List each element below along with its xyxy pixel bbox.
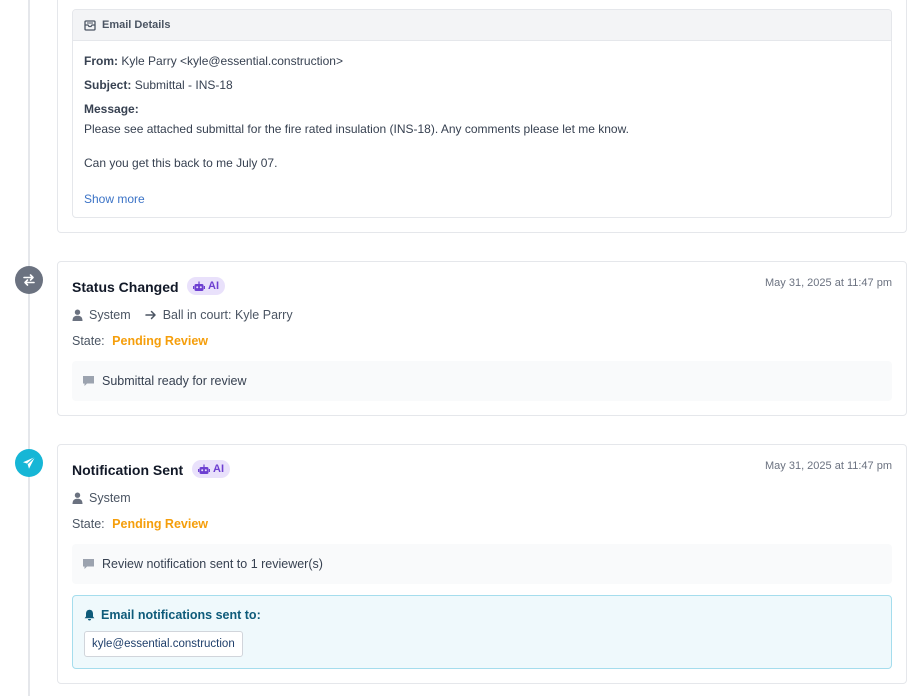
event-meta-row: System <box>72 491 131 505</box>
comment-icon <box>83 559 94 569</box>
ball-in-court: Ball in court: Kyle Parry <box>162 308 293 322</box>
email-message-label-row: Message: <box>84 102 139 116</box>
event-title-status-changed: Status Changed <box>72 279 179 295</box>
event-actor: System <box>89 308 131 322</box>
email-subject-label: Subject: <box>84 78 132 92</box>
email-notifications-title: Email notifications sent to: <box>84 608 261 622</box>
email-from-label: From: <box>84 54 118 68</box>
email-notifications-panel: Email notifications sent to: kyle@essent… <box>72 595 892 669</box>
arrow-right-icon <box>144 310 156 320</box>
state-value: Pending Review <box>112 334 209 348</box>
timeline-line <box>28 0 30 696</box>
email-message-label: Message: <box>84 102 139 116</box>
event-timestamp: May 31, 2025 at 11:47 pm <box>765 277 892 289</box>
email-message-line-2: Can you get this back to me July 07. <box>84 156 278 170</box>
robot-icon <box>193 281 205 291</box>
event-title-notification-sent: Notification Sent <box>72 462 184 478</box>
event-actor: System <box>89 491 131 505</box>
email-from-row: From: Kyle Parry <kyle@essential.constru… <box>84 54 343 68</box>
show-more-link[interactable]: Show more <box>84 192 145 206</box>
ai-badge-label: AI <box>208 280 219 292</box>
state-label: State: <box>72 334 105 348</box>
email-details-panel: Email Details From: Kyle Parry <kyle@ess… <box>72 9 892 218</box>
event-state-row: State: Pending Review <box>72 517 208 531</box>
event-comment: Review notification sent to 1 reviewer(s… <box>72 544 892 584</box>
event-state-row: State: Pending Review <box>72 334 208 348</box>
email-subject-value: Submittal - INS-18 <box>134 78 233 92</box>
comment-icon <box>83 376 94 386</box>
exchange-arrows-icon <box>23 274 35 286</box>
user-icon <box>72 492 83 504</box>
state-value: Pending Review <box>112 517 209 531</box>
user-icon <box>72 309 83 321</box>
event-timestamp: May 31, 2025 at 11:47 pm <box>765 460 892 472</box>
email-from-value: Kyle Parry <kyle@essential.construction> <box>121 54 343 68</box>
email-details-header: Email Details <box>73 10 891 41</box>
status-changed-timeline-icon <box>15 266 43 294</box>
paper-plane-icon <box>23 456 36 469</box>
state-label: State: <box>72 517 105 531</box>
envelope-open-icon <box>84 20 96 31</box>
email-subject-row: Subject: Submittal - INS-18 <box>84 78 233 92</box>
notification-sent-timeline-icon <box>15 449 43 477</box>
bell-icon <box>84 609 95 621</box>
email-notifications-title-text: Email notifications sent to: <box>101 608 261 622</box>
ai-badge: AI <box>187 277 225 295</box>
recipient-chip: kyle@essential.construction <box>84 631 243 657</box>
event-comment-text: Submittal ready for review <box>102 374 247 388</box>
event-meta-row: System Ball in court: Kyle Parry <box>72 308 293 322</box>
robot-icon <box>198 464 210 474</box>
email-message-line-1: Please see attached submittal for the fi… <box>84 122 629 136</box>
ai-badge-label: AI <box>213 463 224 475</box>
ai-badge: AI <box>192 460 230 478</box>
event-comment: Submittal ready for review <box>72 361 892 401</box>
event-comment-text: Review notification sent to 1 reviewer(s… <box>102 557 323 571</box>
email-details-title: Email Details <box>102 19 171 31</box>
